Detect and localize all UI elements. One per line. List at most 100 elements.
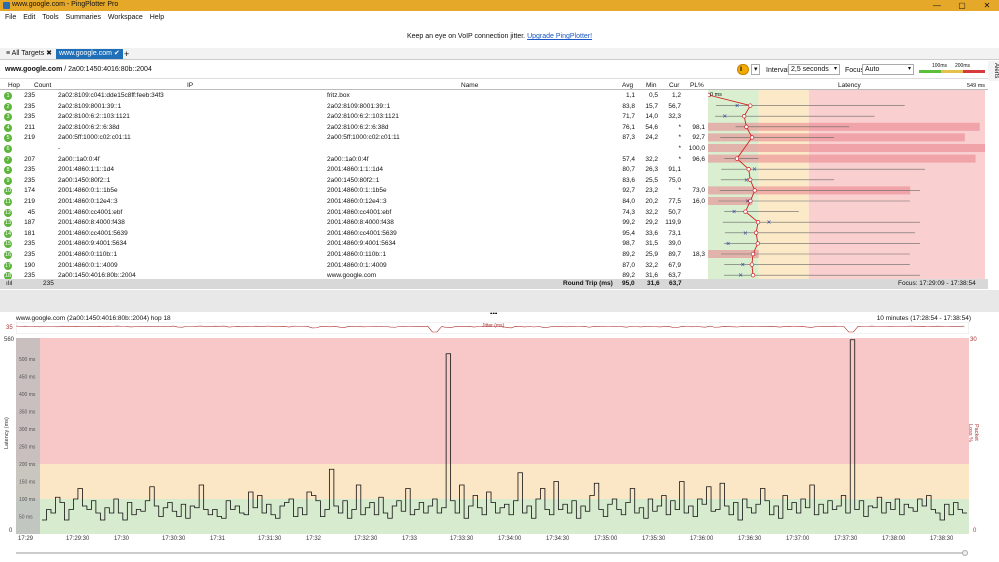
table-row[interactable]: 5 219 2a00:5ff:1000:c02:c01:11 2a00:5ff:100… xyxy=(0,133,707,143)
cur-cell: 91,1 xyxy=(668,166,681,174)
menu-summaries[interactable]: Summaries xyxy=(66,14,101,21)
tab-all-targets[interactable]: ≡ All Targets ✖ xyxy=(3,49,55,59)
alerts-tab[interactable]: Alerts xyxy=(988,61,999,81)
add-tab-button[interactable]: + xyxy=(121,49,132,59)
summary-label: Round Trip (ms) xyxy=(563,280,613,287)
avg-cell: 76,1 xyxy=(622,123,635,131)
col-latency: Latency xyxy=(838,82,861,89)
name-cell: 2001:4860:0:1::4009 xyxy=(327,261,387,269)
splitter[interactable] xyxy=(0,290,999,312)
count-cell: 219 xyxy=(24,134,35,142)
y-tick-label: 400 ms xyxy=(19,392,36,398)
focus-select[interactable]: Auto ▾ xyxy=(862,64,914,75)
min-cell: 29,2 xyxy=(645,219,658,227)
y-tick-label: 50 ms xyxy=(19,515,33,521)
cur-cell: 73,1 xyxy=(668,229,681,237)
col-pl[interactable]: PL% xyxy=(690,82,704,89)
interval-value: 2,5 seconds xyxy=(791,66,829,73)
table-row[interactable]: 11 219 2001:4860:0:12e4::3 2001:4860:0:12e4… xyxy=(0,197,707,207)
col-cur[interactable]: Cur xyxy=(669,82,679,89)
table-row[interactable]: 17 190 2001:4860:0:1::4009 2001:4860:0:1::4… xyxy=(0,261,707,271)
menu-tools[interactable]: Tools xyxy=(42,14,58,21)
col-name[interactable]: Name xyxy=(461,82,478,89)
avg-latency-point xyxy=(752,188,757,193)
tab-google[interactable]: www.google.com ✔ xyxy=(56,49,123,59)
table-row[interactable]: 6 - * 100,0 xyxy=(0,144,707,154)
x-tick-label: 17:35:30 xyxy=(642,536,666,542)
jitter-max-label: 35 xyxy=(6,325,13,331)
table-row[interactable]: 4 211 2a02:8100:6:2::6:38d 2a02:8100:6:2::6… xyxy=(0,123,707,133)
col-avg[interactable]: Avg xyxy=(622,82,633,89)
min-cell: 26,3 xyxy=(645,166,658,174)
cur-cell: 77,5 xyxy=(668,198,681,205)
y-tick-label: 100 ms xyxy=(19,497,36,503)
scrollbar-handle[interactable] xyxy=(962,550,968,556)
avg-cell: 80,7 xyxy=(622,166,635,174)
legend-warn-swatch xyxy=(941,70,963,73)
name-cell: 2001:4860:0:12e4::3 xyxy=(327,198,387,205)
close-icon[interactable]: ✖ xyxy=(46,50,52,57)
table-row[interactable]: 16 235 2001:4860:0:110b::1 2001:4860:0:110b… xyxy=(0,250,707,260)
x-tick-label: 17:31 xyxy=(210,536,226,542)
table-row[interactable]: 10 174 2001:4860:0:1::1b5e 2001:4860:0:1::1… xyxy=(0,186,707,196)
pause-button[interactable]: ‖ xyxy=(737,64,749,75)
col-min[interactable]: Min xyxy=(646,82,656,89)
latency-chart[interactable]: 500 ms 450 ms 400 ms 350 ms 300 ms 250 ms 200 … xyxy=(16,338,969,534)
x-tick-label: 17:29:30 xyxy=(66,536,90,542)
x-tick-label: 17:34:00 xyxy=(498,536,522,542)
table-header: Hop Count IP Name Avg Min Cur PL% Latenc… xyxy=(0,80,988,90)
table-row[interactable]: 2 235 2a02:8109:8001:39::1 2a02:8109:8001:3… xyxy=(0,102,707,112)
cur-cell: 39,0 xyxy=(668,240,681,248)
ip-cell: 2001:4860:cc4001:ebf xyxy=(58,208,123,216)
count-cell: 235 xyxy=(24,166,35,174)
menu-workspace[interactable]: Workspace xyxy=(108,14,143,21)
target-host: www.google.com xyxy=(5,66,63,73)
summary-focus: Focus: 17:29:09 - 17:38:54 xyxy=(898,280,976,287)
col-ip[interactable]: IP xyxy=(187,82,193,89)
hop-number: 2 xyxy=(4,102,12,111)
y2-max-label: 30 xyxy=(970,337,977,343)
table-row[interactable]: 15 235 2001:4860:9:4001:5634 2001:4860:9:40… xyxy=(0,239,707,249)
table-row[interactable]: 13 187 2001:4860:8:4000:f438 2001:4860:8:40… xyxy=(0,218,707,228)
ip-cell: 2001:4860:1:1::1d4 xyxy=(58,166,115,174)
min-cell: 33,6 xyxy=(645,229,658,237)
latency-max-label: 549 ms xyxy=(967,83,986,89)
menu-file[interactable]: File xyxy=(5,14,16,21)
table-row[interactable]: 14 181 2001:4860:cc4001:5639 2001:4860:cc40… xyxy=(0,229,707,239)
table-row[interactable]: 1 235 2a02:8109:c041:dde15c8ff:feeb:34f3 fr… xyxy=(0,91,707,101)
y-tick-label: 500 ms xyxy=(19,357,36,363)
upgrade-link[interactable]: Upgrade PingPlotter! xyxy=(527,33,592,40)
close-button[interactable]: ✕ xyxy=(975,0,999,11)
maximize-button[interactable]: ▢ xyxy=(950,0,974,11)
graph-range[interactable]: 10 minutes (17:28:54 - 17:38:54) xyxy=(877,315,971,322)
menu-edit[interactable]: Edit xyxy=(23,14,35,21)
x-tick-label: 17:36:00 xyxy=(690,536,714,542)
x-tick-label: 17:29 xyxy=(18,536,34,542)
menu-help[interactable]: Help xyxy=(150,14,164,21)
ip-cell: 2a02:8100:6:2::103:1121 xyxy=(58,113,130,121)
table-row[interactable]: 8 235 2001:4860:1:1::1d4 2001:4860:1:1::1d4… xyxy=(0,165,707,175)
graph-icon[interactable]: ılıl xyxy=(6,280,13,287)
name-cell: 2001:4860:0:110b::1 xyxy=(327,251,387,258)
interval-select[interactable]: 2,5 seconds ▾ xyxy=(788,64,840,75)
tab-google-label: www.google.com xyxy=(59,50,112,57)
table-row[interactable]: 7 207 2a00::1a0:0:4f 2a00::1a0:0:4f 57,4 32,2… xyxy=(0,155,707,165)
ip-cell: 2a00:5ff:1000:c02:c01:11 xyxy=(58,134,131,142)
timeline-scrollbar[interactable] xyxy=(16,552,966,554)
minimize-button[interactable]: — xyxy=(925,0,949,11)
col-hop[interactable]: Hop xyxy=(8,82,20,89)
col-count[interactable]: Count xyxy=(34,82,51,89)
avg-cell: 74,3 xyxy=(622,208,635,216)
table-row[interactable]: 12 45 2001:4860:cc4001:ebf 2001:4860:cc4001… xyxy=(0,208,707,218)
hop-number: 10 xyxy=(4,187,12,196)
y-axis-label: Latency (ms) xyxy=(4,417,10,449)
table-row[interactable]: 3 235 2a02:8100:6:2::103:1121 2a02:8100:6:2… xyxy=(0,112,707,122)
target-ip: / 2a00:1450:4016:80b::2004 xyxy=(64,66,152,73)
avg-cell: 99,2 xyxy=(622,219,635,227)
current-latency-marker: × xyxy=(740,262,745,269)
avg-latency-point xyxy=(734,156,740,161)
table-row[interactable]: 9 235 2a00:1450:80f2::1 2a00:1450:80f2::1 83… xyxy=(0,176,707,186)
pl-cell: 16,0 xyxy=(692,198,705,205)
pause-dropdown[interactable]: ▾ xyxy=(751,64,760,75)
graph-title: www.google.com (2a00:1450:4016:80b::2004… xyxy=(16,315,171,322)
